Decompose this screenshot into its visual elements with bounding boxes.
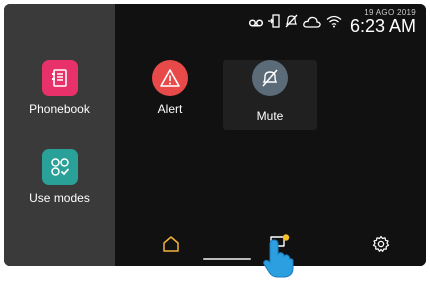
settings-button[interactable] bbox=[369, 234, 393, 258]
settings-icon bbox=[372, 235, 390, 258]
use-modes-icon bbox=[41, 149, 78, 185]
home-indicator bbox=[203, 258, 251, 260]
mute-label: Mute bbox=[256, 109, 284, 123]
sidebar: Phonebook Use modes bbox=[4, 4, 115, 266]
time-label: 6:23 AM bbox=[349, 16, 416, 36]
alert-button[interactable]: Alert bbox=[123, 60, 217, 116]
home-button[interactable] bbox=[159, 234, 183, 258]
use-modes-label: Use modes bbox=[29, 191, 90, 205]
voicemail-icon bbox=[248, 15, 264, 33]
mute-icon bbox=[252, 60, 288, 96]
clock: 19 AGO 2019 6:23 AM bbox=[350, 8, 416, 35]
use-modes-button[interactable]: Use modes bbox=[4, 149, 115, 205]
phonebook-label: Phonebook bbox=[29, 102, 90, 116]
wifi-icon bbox=[326, 15, 342, 33]
main-area: 19 AGO 2019 6:23 AM Alert Mute bbox=[115, 4, 426, 266]
status-icons bbox=[248, 14, 342, 33]
cloud-icon bbox=[303, 15, 321, 33]
phonebook-button[interactable]: Phonebook bbox=[4, 60, 115, 116]
pointing-hand-icon bbox=[260, 238, 296, 283]
phonebook-icon bbox=[41, 60, 78, 96]
home-icon bbox=[162, 235, 180, 258]
device-screen: Phonebook Use modes 19 AGO 2019 6:23 AM … bbox=[4, 4, 426, 266]
status-bar: 19 AGO 2019 6:23 AM bbox=[248, 8, 416, 35]
alert-label: Alert bbox=[157, 102, 183, 116]
ringer-off-icon bbox=[285, 14, 298, 33]
mute-button[interactable]: Mute bbox=[223, 60, 317, 130]
alert-icon bbox=[152, 60, 188, 96]
door-exit-icon bbox=[267, 14, 280, 33]
